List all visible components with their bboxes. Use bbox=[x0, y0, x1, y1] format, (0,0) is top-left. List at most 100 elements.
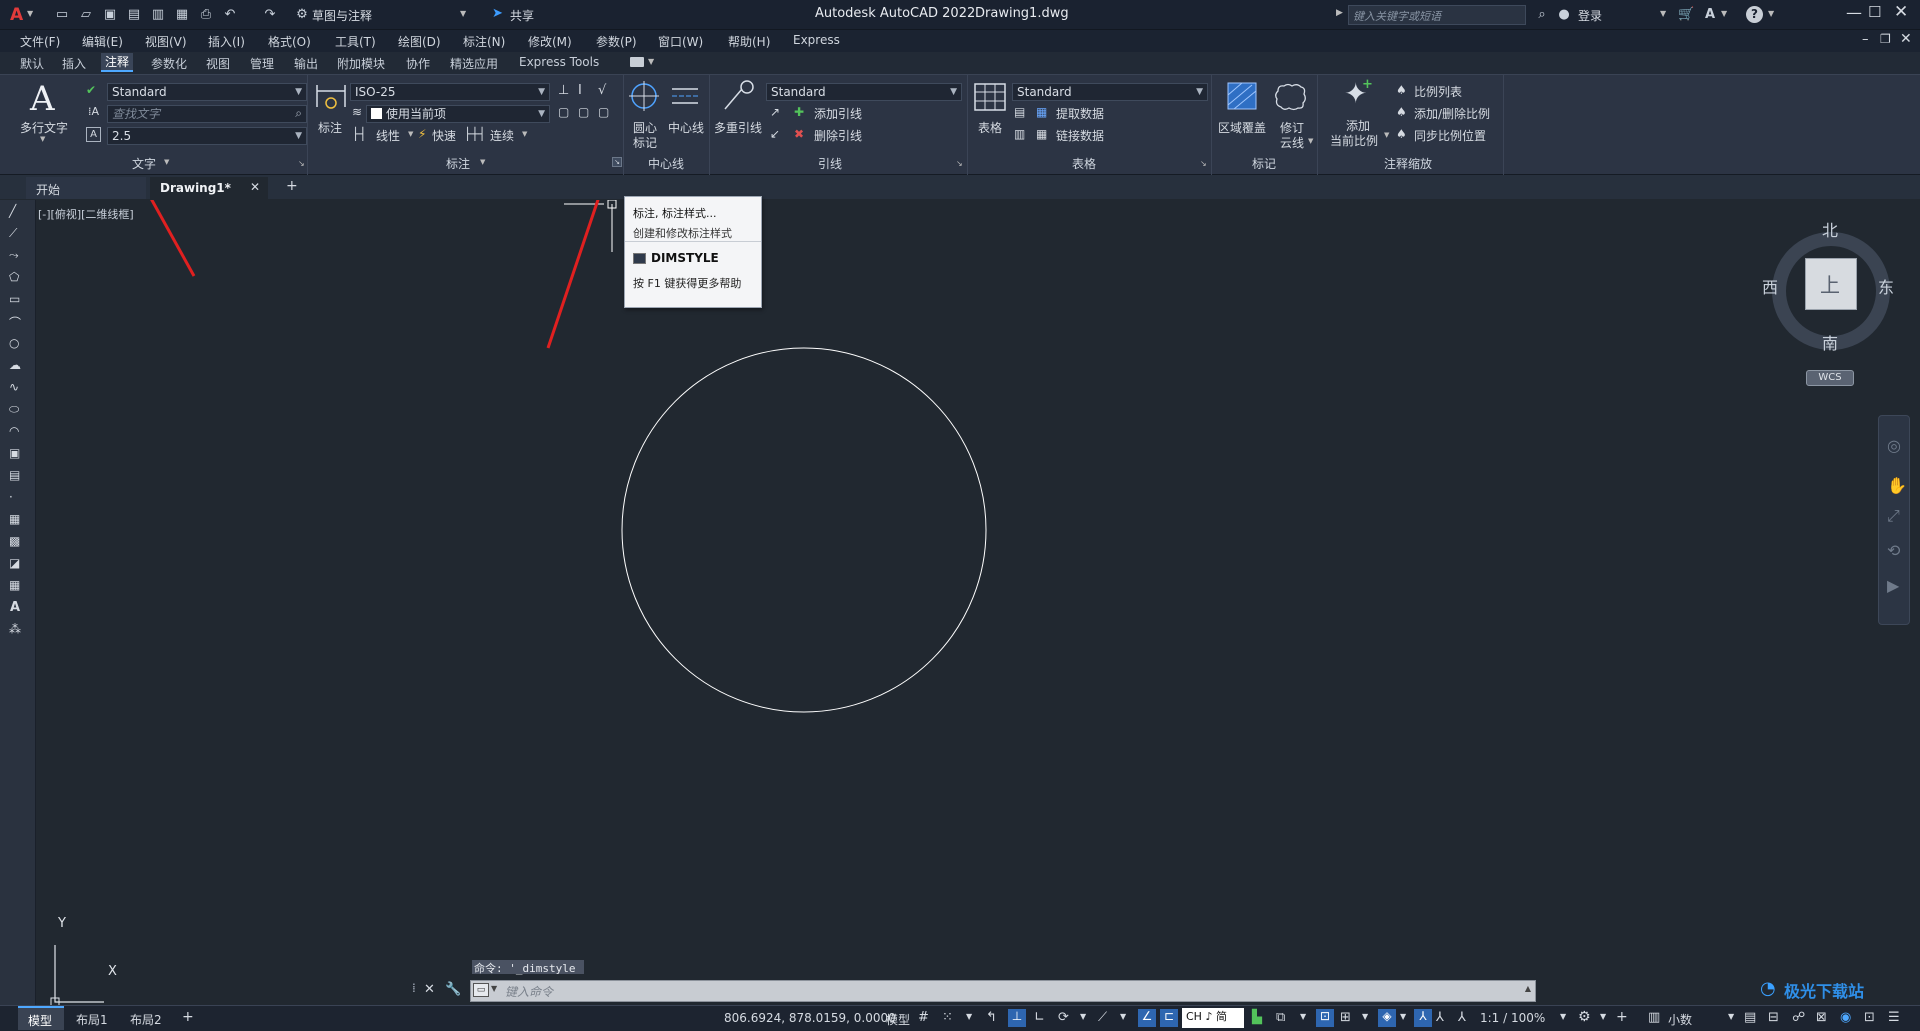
help-icon[interactable]: ? bbox=[1746, 6, 1763, 23]
keyword-search-input[interactable]: 键入关键字或短语 bbox=[1348, 5, 1526, 25]
linear-dim-button[interactable]: 线性 bbox=[376, 127, 400, 144]
command-prompt-icon[interactable]: ▭ bbox=[473, 983, 489, 997]
cart-icon[interactable]: 🛒 bbox=[1678, 7, 1694, 23]
text-panel-label[interactable]: 文字 bbox=[132, 155, 156, 172]
pan-icon[interactable]: ✋ bbox=[1887, 476, 1907, 495]
filter-dropdown-icon[interactable]: ▼ bbox=[1400, 1012, 1406, 1021]
center-mark-icon[interactable] bbox=[629, 81, 659, 111]
plot-icon[interactable]: ⎙ bbox=[198, 7, 214, 23]
text-height-select[interactable]: 2.5 ▼ bbox=[107, 127, 307, 145]
tab-manage[interactable]: 管理 bbox=[250, 55, 274, 72]
table-button[interactable]: 表格 bbox=[978, 119, 1002, 136]
tab-output[interactable]: 输出 bbox=[294, 55, 318, 72]
lock-ui-icon[interactable]: ⊟ bbox=[1768, 1010, 1779, 1025]
revcloud-label-line2[interactable]: 云线 bbox=[1280, 134, 1304, 151]
dimension-icon[interactable] bbox=[314, 79, 348, 113]
tab-collaborate[interactable]: 协作 bbox=[406, 55, 430, 72]
tab-start[interactable]: 开始 bbox=[26, 177, 146, 199]
coordinates-readout[interactable]: 806.6924, 878.0159, 0.0000 bbox=[724, 1011, 896, 1025]
annotation-scale-icon[interactable]: ⅄ bbox=[1458, 1010, 1466, 1025]
remove-leader-button[interactable]: 删除引线 bbox=[814, 127, 862, 144]
infer-constraints-icon[interactable]: ↰ bbox=[986, 1010, 997, 1025]
point-icon[interactable]: · bbox=[9, 490, 13, 504]
layout-tab-model[interactable]: 模型 bbox=[18, 1006, 64, 1030]
annotation-scale-readout[interactable]: 1:1 / 100% bbox=[1480, 1011, 1545, 1025]
publish-icon[interactable]: ▦ bbox=[174, 7, 190, 23]
quick-properties-icon[interactable]: ▤ bbox=[1744, 1010, 1756, 1025]
tab-addins[interactable]: 附加模块 bbox=[337, 55, 385, 72]
doc-minimize-icon[interactable]: – bbox=[1862, 32, 1869, 47]
app-menu-arrow-icon[interactable]: ▼ bbox=[27, 9, 33, 18]
save-icon[interactable]: ▣ bbox=[102, 7, 118, 23]
wipeout-icon[interactable] bbox=[1226, 81, 1258, 111]
dynamic-ucs-dropdown-icon[interactable]: ▼ bbox=[1362, 1012, 1368, 1021]
polar-dropdown-icon[interactable]: ▼ bbox=[1080, 1012, 1086, 1021]
isodraft-icon[interactable]: ⟋ bbox=[1098, 1010, 1107, 1025]
spline-icon[interactable]: ∿ bbox=[9, 380, 19, 394]
dim-adjust-icon[interactable]: I bbox=[578, 83, 582, 98]
circle-icon[interactable]: ○ bbox=[9, 336, 19, 350]
dimension-panel-label[interactable]: 标注 bbox=[446, 155, 470, 172]
find-text-input[interactable]: 查找文字 ⌕ bbox=[107, 105, 307, 123]
new-layout-icon[interactable]: + bbox=[182, 1009, 194, 1025]
dimension-button[interactable]: 标注 bbox=[318, 119, 342, 136]
new-icon[interactable]: ▭ bbox=[54, 7, 70, 23]
menu-format[interactable]: 格式(O) bbox=[268, 33, 311, 50]
dim-style-launcher-icon[interactable]: ↘ bbox=[612, 157, 622, 167]
tab-parametric[interactable]: 参数化 bbox=[151, 55, 187, 72]
login-dropdown-icon[interactable]: ▼ bbox=[1660, 9, 1666, 18]
download-from-source-icon[interactable]: ▥ bbox=[1014, 127, 1025, 141]
ime-indicator[interactable]: CH ♪ 简 bbox=[1182, 1008, 1244, 1028]
new-tab-icon[interactable]: + bbox=[286, 178, 298, 194]
snap-dropdown-icon[interactable]: ▼ bbox=[966, 1012, 972, 1021]
graphics-performance-icon[interactable]: ⊠ bbox=[1816, 1010, 1827, 1025]
rectangle-icon[interactable]: ▭ bbox=[9, 292, 20, 306]
zoom-extents-icon[interactable]: ⤢ bbox=[1887, 506, 1900, 526]
dim-layer-select[interactable]: 使用当前项 ▼ bbox=[366, 105, 550, 123]
dim-panel-expand-icon[interactable]: ▼ bbox=[480, 158, 485, 166]
hatch-icon[interactable]: ▦ bbox=[9, 512, 20, 526]
tab-default[interactable]: 默认 bbox=[20, 55, 44, 72]
model-space-button[interactable]: 模型 bbox=[886, 1011, 910, 1028]
text-style-select[interactable]: Standard ▼ bbox=[107, 83, 307, 101]
mtext-icon[interactable]: A bbox=[30, 79, 55, 119]
orbit-icon[interactable]: ⟲ bbox=[1887, 541, 1900, 560]
object-snap-icon[interactable]: ⊏ bbox=[1160, 1009, 1178, 1027]
dynamic-ucs-icon[interactable]: ⊞ bbox=[1340, 1010, 1351, 1025]
ortho-icon[interactable]: ∟ bbox=[1034, 1010, 1045, 1025]
text-style-launcher-icon[interactable]: ↘ bbox=[298, 159, 305, 168]
viewcube-top-face[interactable]: 上 bbox=[1805, 258, 1857, 310]
save-as-icon[interactable]: ▤ bbox=[126, 7, 142, 23]
login-button[interactable]: 登录 bbox=[1578, 7, 1602, 24]
align-leader-icon[interactable]: ↗ bbox=[770, 105, 780, 119]
drawn-circle[interactable] bbox=[621, 347, 987, 713]
menu-help[interactable]: 帮助(H) bbox=[728, 33, 770, 50]
open-icon[interactable]: ▱ bbox=[78, 7, 94, 23]
viewcube-south[interactable]: 南 bbox=[1822, 330, 1838, 354]
dim-update-icon[interactable]: ▢ bbox=[578, 105, 589, 119]
workspace-switch-gear-icon[interactable]: ⚙ bbox=[1578, 1009, 1591, 1025]
units-readout[interactable]: 小数 bbox=[1668, 1011, 1692, 1028]
construction-line-icon[interactable]: ⤳ bbox=[9, 248, 19, 263]
minimize-icon[interactable]: — bbox=[1846, 3, 1862, 22]
grid-icon[interactable]: # bbox=[918, 1010, 929, 1025]
steering-wheel-icon[interactable]: ◎ bbox=[1887, 436, 1901, 455]
table-style-select[interactable]: Standard ▼ bbox=[1012, 83, 1208, 101]
tab-drawing1[interactable]: Drawing1* ✕ bbox=[150, 177, 268, 199]
auto-scale-icon[interactable]: ⅄ bbox=[1436, 1010, 1444, 1025]
command-grip-icon[interactable]: ⁞ bbox=[412, 981, 424, 1001]
viewcube-west[interactable]: 西 bbox=[1762, 274, 1778, 298]
link-data-button[interactable]: 链接数据 bbox=[1056, 127, 1104, 144]
close-icon[interactable]: ✕ bbox=[1894, 2, 1908, 22]
linear-dropdown-icon[interactable]: ▼ bbox=[408, 130, 413, 138]
ellipse-arc-icon[interactable]: ◠ bbox=[9, 424, 19, 438]
units-dropdown-icon[interactable]: ▼ bbox=[1728, 1012, 1734, 1021]
leader-panel-label[interactable]: 引线 bbox=[818, 155, 842, 172]
menu-view[interactable]: 视图(V) bbox=[145, 33, 187, 50]
dim-reassociate-icon[interactable]: ▢ bbox=[598, 105, 609, 119]
table-style-launcher-icon[interactable]: ↘ bbox=[1200, 159, 1207, 168]
menu-file[interactable]: 文件(F) bbox=[20, 33, 60, 50]
insert-block-icon[interactable]: ▣ bbox=[9, 446, 20, 460]
data-link-manager-icon[interactable]: ▤ bbox=[1014, 105, 1025, 119]
dim-inspect-icon[interactable]: ▢ bbox=[558, 105, 569, 119]
